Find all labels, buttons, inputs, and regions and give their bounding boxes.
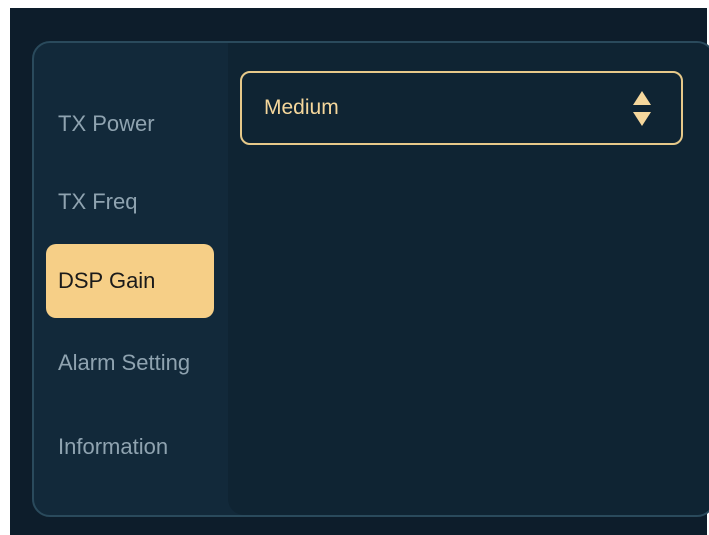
up-down-arrows-icon xyxy=(633,91,651,126)
menu-item-label: Alarm Setting xyxy=(58,350,191,375)
menu-item-label: DSP Gain xyxy=(58,268,156,293)
dsp-gain-select[interactable]: Medium xyxy=(240,71,683,145)
menu-item-tx-freq[interactable]: TX Freq xyxy=(46,165,214,239)
device-screen: TX Power TX Freq DSP Gain Alarm Setting … xyxy=(10,8,709,535)
menu-item-alarm-setting[interactable]: Alarm Setting xyxy=(46,326,214,400)
menu-item-label: TX Power xyxy=(58,111,155,136)
menu-item-label: TX Freq xyxy=(58,189,138,214)
menu-item-dsp-gain[interactable]: DSP Gain xyxy=(46,244,214,318)
menu-item-information[interactable]: Information xyxy=(46,410,214,484)
dsp-gain-selected-value: Medium xyxy=(264,96,339,119)
menu-item-tx-power[interactable]: TX Power xyxy=(46,87,214,161)
menu-item-label: Information xyxy=(58,434,169,459)
settings-menu: TX Power TX Freq DSP Gain Alarm Setting … xyxy=(34,43,228,515)
